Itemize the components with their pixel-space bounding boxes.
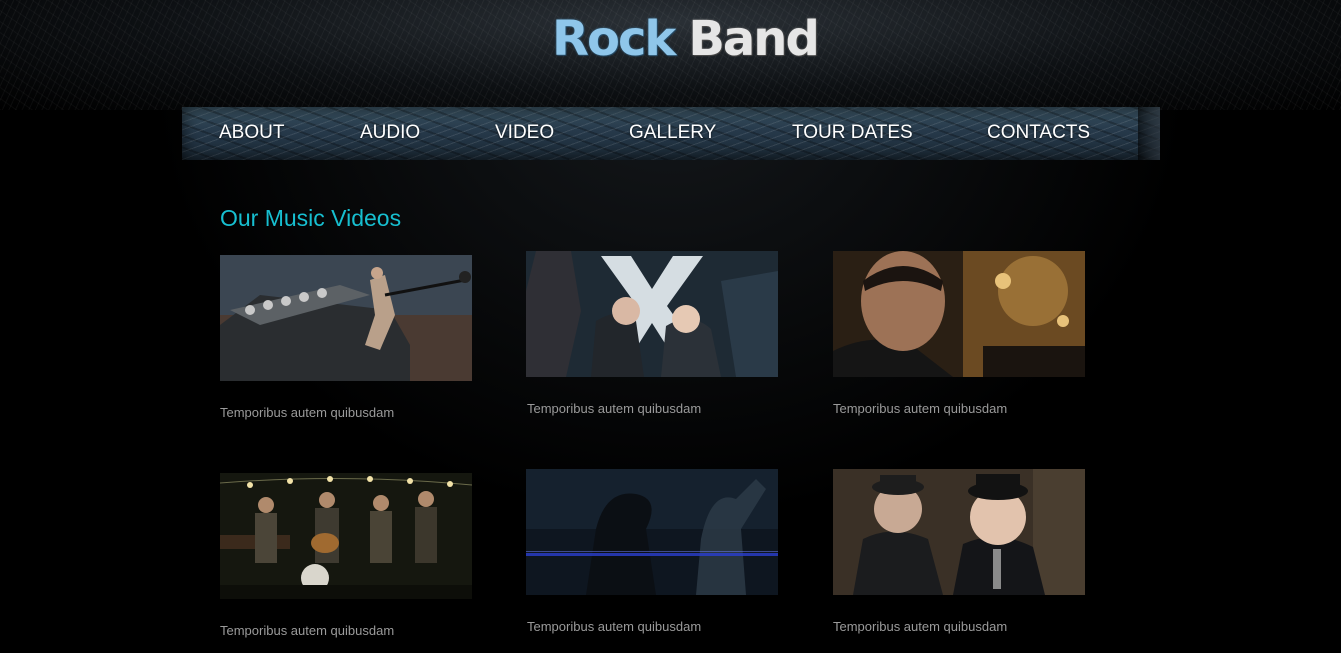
video-thumbnail-image — [220, 255, 472, 381]
video-caption-5: Temporibus autem quibusdam — [527, 619, 702, 634]
video-caption-2: Temporibus autem quibusdam — [527, 401, 702, 416]
logo-word-band: Band — [688, 11, 820, 67]
video-thumbnail-3[interactable] — [833, 251, 1085, 377]
video-thumbnail-6[interactable] — [833, 469, 1085, 595]
page-title: Our Music Videos — [220, 205, 402, 231]
video-thumbnail-1[interactable] — [220, 255, 472, 381]
nav-edge-decoration — [1138, 107, 1160, 160]
nav-item-contacts[interactable]: CONTACTS — [987, 121, 1090, 145]
nav-item-gallery[interactable]: GALLERY — [629, 121, 716, 145]
nav-item-tour-dates[interactable]: TOUR DATES — [792, 121, 913, 145]
video-thumbnail-image — [833, 251, 1085, 377]
video-thumbnail-image — [526, 469, 778, 595]
nav-item-about[interactable]: ABOUT — [219, 121, 284, 145]
video-thumbnail-5[interactable] — [526, 469, 778, 595]
logo-word-rock: Rock — [552, 11, 676, 67]
page: Rock Band ABOUT AUDIO VIDEO GALLERY TOUR… — [0, 0, 1341, 653]
video-thumbnail-image — [220, 473, 472, 599]
main-nav: ABOUT AUDIO VIDEO GALLERY TOUR DATES CON… — [182, 107, 1160, 160]
video-caption-4: Temporibus autem quibusdam — [220, 623, 395, 638]
nav-item-video[interactable]: VIDEO — [495, 121, 554, 145]
nav-item-audio[interactable]: AUDIO — [360, 121, 420, 145]
site-logo[interactable]: Rock Band — [552, 10, 820, 68]
video-caption-6: Temporibus autem quibusdam — [833, 619, 1008, 634]
video-thumbnail-4[interactable] — [220, 473, 472, 599]
video-thumbnail-image — [526, 251, 778, 377]
video-caption-3: Temporibus autem quibusdam — [833, 401, 1008, 416]
video-thumbnail-2[interactable] — [526, 251, 778, 377]
video-thumbnail-image — [833, 469, 1085, 595]
video-caption-1: Temporibus autem quibusdam — [220, 405, 395, 420]
